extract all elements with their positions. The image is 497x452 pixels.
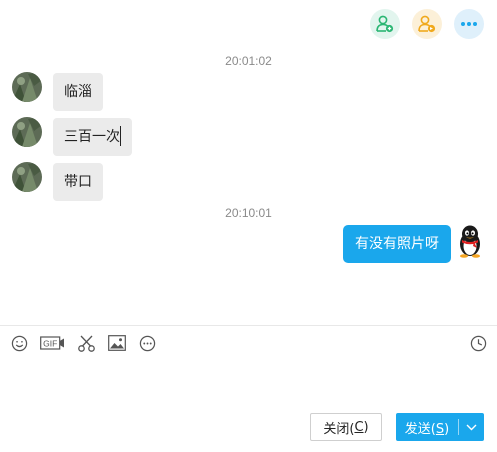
share-contact-icon (418, 15, 436, 33)
more-options-icon (139, 335, 155, 351)
message-input[interactable] (8, 360, 489, 404)
close-button[interactable]: 关闭(C) (310, 413, 382, 441)
timestamp: 20:10:01 (225, 206, 272, 220)
incoming-message-text: 三百一次 (64, 129, 120, 145)
more-icon (461, 22, 477, 26)
incoming-message: 带口 (53, 163, 103, 201)
image-button[interactable] (108, 334, 126, 352)
add-contact-button[interactable] (370, 9, 400, 39)
incoming-message: 三百一次 (53, 118, 132, 156)
add-contact-icon (376, 15, 394, 33)
send-button[interactable]: 发送(S) (396, 413, 484, 441)
contact-avatar[interactable] (12, 117, 42, 147)
contact-avatar[interactable] (12, 72, 42, 102)
close-button-label-end: ) (363, 419, 369, 435)
history-clock-icon (470, 335, 486, 351)
contact-avatar[interactable] (12, 162, 42, 192)
penguin-avatar-icon[interactable] (454, 224, 486, 258)
gif-icon: GIF (40, 336, 64, 350)
emoji-button[interactable] (10, 334, 28, 352)
outgoing-message: 有没有照片呀 (343, 225, 451, 263)
send-shortcut-key: S (435, 421, 445, 437)
share-contact-button[interactable] (412, 9, 442, 39)
incoming-message: 临淄 (53, 73, 103, 111)
text-cursor (120, 125, 121, 146)
close-button-label: 关闭( (323, 421, 355, 437)
message-history-button[interactable] (469, 334, 487, 352)
close-shortcut-key: C (354, 419, 364, 435)
send-button-label[interactable]: 发送(S) (396, 418, 458, 437)
screenshot-button[interactable] (77, 334, 96, 352)
timestamp: 20:01:02 (225, 54, 272, 68)
more-button[interactable] (454, 9, 484, 39)
send-options-dropdown[interactable] (459, 424, 484, 431)
emoji-icon (11, 335, 27, 351)
chevron-down-icon (466, 424, 477, 430)
send-button-text-end: ) (444, 421, 450, 437)
gif-button[interactable]: GIF (40, 334, 65, 352)
image-icon (108, 335, 126, 351)
toolbar-divider (0, 325, 497, 326)
gif-label: GIF (43, 338, 57, 348)
screenshot-scissors-icon (78, 335, 95, 352)
send-button-text: 发送( (404, 421, 436, 437)
more-options-button[interactable] (138, 334, 156, 352)
